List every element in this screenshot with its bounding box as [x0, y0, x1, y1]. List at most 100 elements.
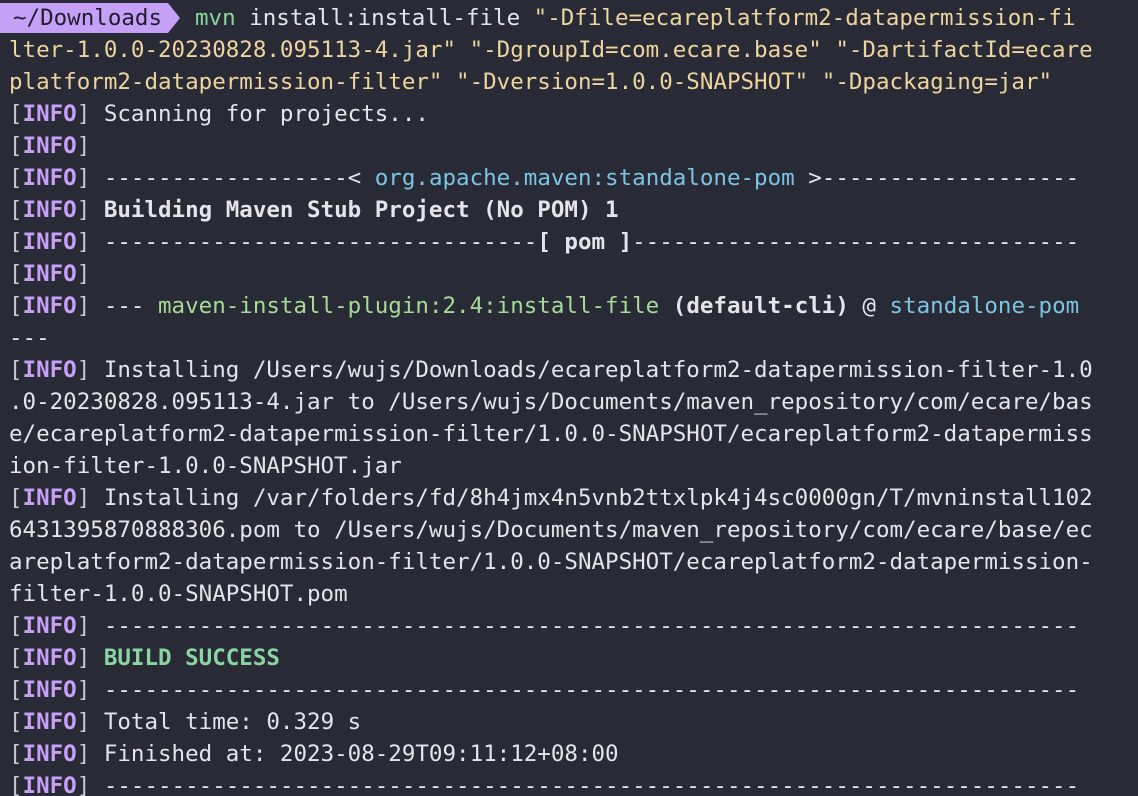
output-line: 6431395870888306.pom to /Users/wujs/Docu… [9, 514, 1093, 546]
line-text-text: -------------------------------- [90, 229, 538, 255]
terminal-window[interactable]: ~/Downloads mvn install:install-file "-Df… [0, 0, 1138, 796]
info-bracket-open: [ [9, 613, 23, 639]
line-text-bold: (default-cli) [672, 293, 849, 319]
output-line: [INFO] Building Maven Stub Project (No P… [9, 194, 619, 226]
output-line: [INFO] ------------------< org.apache.ma… [9, 162, 1079, 194]
line-text-text: ----------------------------------------… [90, 773, 1080, 796]
info-bracket-close: ] [76, 773, 91, 796]
info-bracket-open: [ [9, 741, 23, 767]
output-line: .0-20230828.095113-4.jar to /Users/wujs/… [9, 386, 1093, 418]
info-bracket-close: ] [76, 645, 91, 671]
line-text-text: Total time: 0.329 s [90, 709, 362, 735]
info-bracket-open: [ [9, 773, 23, 796]
info-tag: INFO [22, 229, 77, 255]
line-text-text: @ [848, 293, 890, 319]
line-text-text: ion-filter-1.0.0-SNAPSHOT.jar [9, 453, 402, 479]
info-bracket-close: ] [76, 357, 91, 383]
line-text-text: ----------------------------------------… [90, 613, 1080, 639]
output-line: --- [9, 322, 50, 354]
info-tag: INFO [22, 709, 77, 735]
info-tag: INFO [22, 677, 77, 703]
line-text-command: mvn [195, 5, 236, 31]
info-tag: INFO [22, 197, 77, 223]
output-line: [INFO] ---------------------------------… [9, 674, 1079, 706]
line-text-text [659, 290, 673, 322]
info-bracket-open: [ [9, 357, 23, 383]
info-tag: INFO [22, 485, 77, 511]
output-line: platform2-datapermission-filter" "-Dvers… [9, 66, 1052, 98]
line-text-string: lter-1.0.0-20230828.095113-4.jar" "-Dgro… [9, 37, 1093, 63]
prompt-directory: ~/Downloads [0, 3, 169, 33]
output-line: [INFO] ---------------------------------… [9, 770, 1079, 796]
line-text-artifact: standalone-pom [889, 293, 1080, 319]
output-line: areplatform2-datapermission-filter/1.0.0… [9, 546, 1093, 578]
line-text-text: Scanning for projects... [90, 101, 429, 127]
line-text-success: BUILD SUCCESS [103, 645, 280, 671]
line-text-text: install:install-file [235, 5, 534, 31]
info-bracket-close: ] [76, 197, 91, 223]
output-line: [INFO] --------------------------------[… [9, 226, 1079, 258]
info-bracket-close: ] [76, 133, 91, 159]
info-bracket-open: [ [9, 293, 23, 319]
info-tag: INFO [22, 261, 77, 287]
output-line: [INFO] [9, 258, 90, 290]
info-bracket-open: [ [9, 677, 23, 703]
info-bracket-open: [ [9, 709, 23, 735]
output-line: [INFO] --- maven-install-plugin:2.4:inst… [9, 290, 1079, 322]
prompt-arrow-icon [168, 3, 181, 33]
line-text-text: Installing /Users/wujs/Downloads/ecarepl… [90, 357, 1093, 383]
line-text-text: 6431395870888306.pom to /Users/wujs/Docu… [9, 517, 1093, 543]
info-bracket-open: [ [9, 101, 23, 127]
line-text-text: ------------------< [90, 165, 375, 191]
line-text-text: e/ecareplatform2-datapermission-filter/1… [9, 421, 1093, 447]
line-text-text [90, 642, 104, 674]
line-text-text: filter-1.0.0-SNAPSHOT.pom [9, 581, 348, 607]
line-text-string: "-Dfile=ecareplatform2-datapermission-fi [533, 5, 1076, 31]
info-bracket-close: ] [76, 613, 91, 639]
info-tag: INFO [22, 101, 77, 127]
info-bracket-close: ] [76, 293, 91, 319]
info-bracket-close: ] [76, 165, 91, 191]
info-bracket-open: [ [9, 165, 23, 191]
info-bracket-open: [ [9, 197, 23, 223]
command-line: ~/Downloads mvn install:install-file "-Df… [0, 2, 1076, 34]
output-line: [INFO] Finished at: 2023-08-29T09:11:12+… [9, 738, 619, 770]
output-line: [INFO] Scanning for projects... [9, 98, 429, 130]
info-bracket-open: [ [9, 229, 23, 255]
line-text-plugin: maven-install-plugin:2.4:install-file [158, 293, 660, 319]
info-bracket-close: ] [76, 101, 91, 127]
info-tag: INFO [22, 741, 77, 767]
output-line: [INFO] BUILD SUCCESS [9, 642, 280, 674]
info-bracket-close: ] [76, 709, 91, 735]
line-text-text: Finished at: 2023-08-29T09:11:12+08:00 [90, 741, 619, 767]
line-text-text: >------------------- [794, 165, 1080, 191]
output-line: ion-filter-1.0.0-SNAPSHOT.jar [9, 450, 402, 482]
info-tag: INFO [22, 293, 77, 319]
info-tag: INFO [22, 165, 77, 191]
info-tag: INFO [22, 773, 77, 796]
info-bracket-open: [ [9, 133, 23, 159]
info-tag: INFO [22, 613, 77, 639]
output-line: [INFO] Total time: 0.329 s [9, 706, 361, 738]
output-line: lter-1.0.0-20230828.095113-4.jar" "-Dgro… [9, 34, 1093, 66]
line-text-string: platform2-datapermission-filter" "-Dvers… [9, 69, 1053, 95]
info-bracket-close: ] [76, 229, 91, 255]
line-text-text: .0-20230828.095113-4.jar to /Users/wujs/… [9, 389, 1093, 415]
output-line: filter-1.0.0-SNAPSHOT.pom [9, 578, 348, 610]
info-tag: INFO [22, 133, 77, 159]
info-bracket-close: ] [76, 261, 91, 287]
line-text-text: ----------------------------------------… [90, 677, 1080, 703]
info-tag: INFO [22, 357, 77, 383]
line-text-text: Installing /var/folders/fd/8h4jmx4n5vnb2… [90, 485, 1093, 511]
info-bracket-close: ] [76, 677, 91, 703]
line-text-text: --- [90, 293, 159, 319]
info-bracket-close: ] [76, 741, 91, 767]
line-text-artifact: org.apache.maven:standalone-pom [374, 165, 795, 191]
output-line: [INFO] Installing /Users/wujs/Downloads/… [9, 354, 1093, 386]
line-text-bold: Building Maven Stub Project (No POM) 1 [90, 197, 619, 223]
line-text-text: areplatform2-datapermission-filter/1.0.0… [9, 549, 1093, 575]
info-bracket-close: ] [76, 485, 91, 511]
output-line: [INFO] ---------------------------------… [9, 610, 1079, 642]
info-bracket-open: [ [9, 485, 23, 511]
output-line: [INFO] Installing /var/folders/fd/8h4jmx… [9, 482, 1093, 514]
